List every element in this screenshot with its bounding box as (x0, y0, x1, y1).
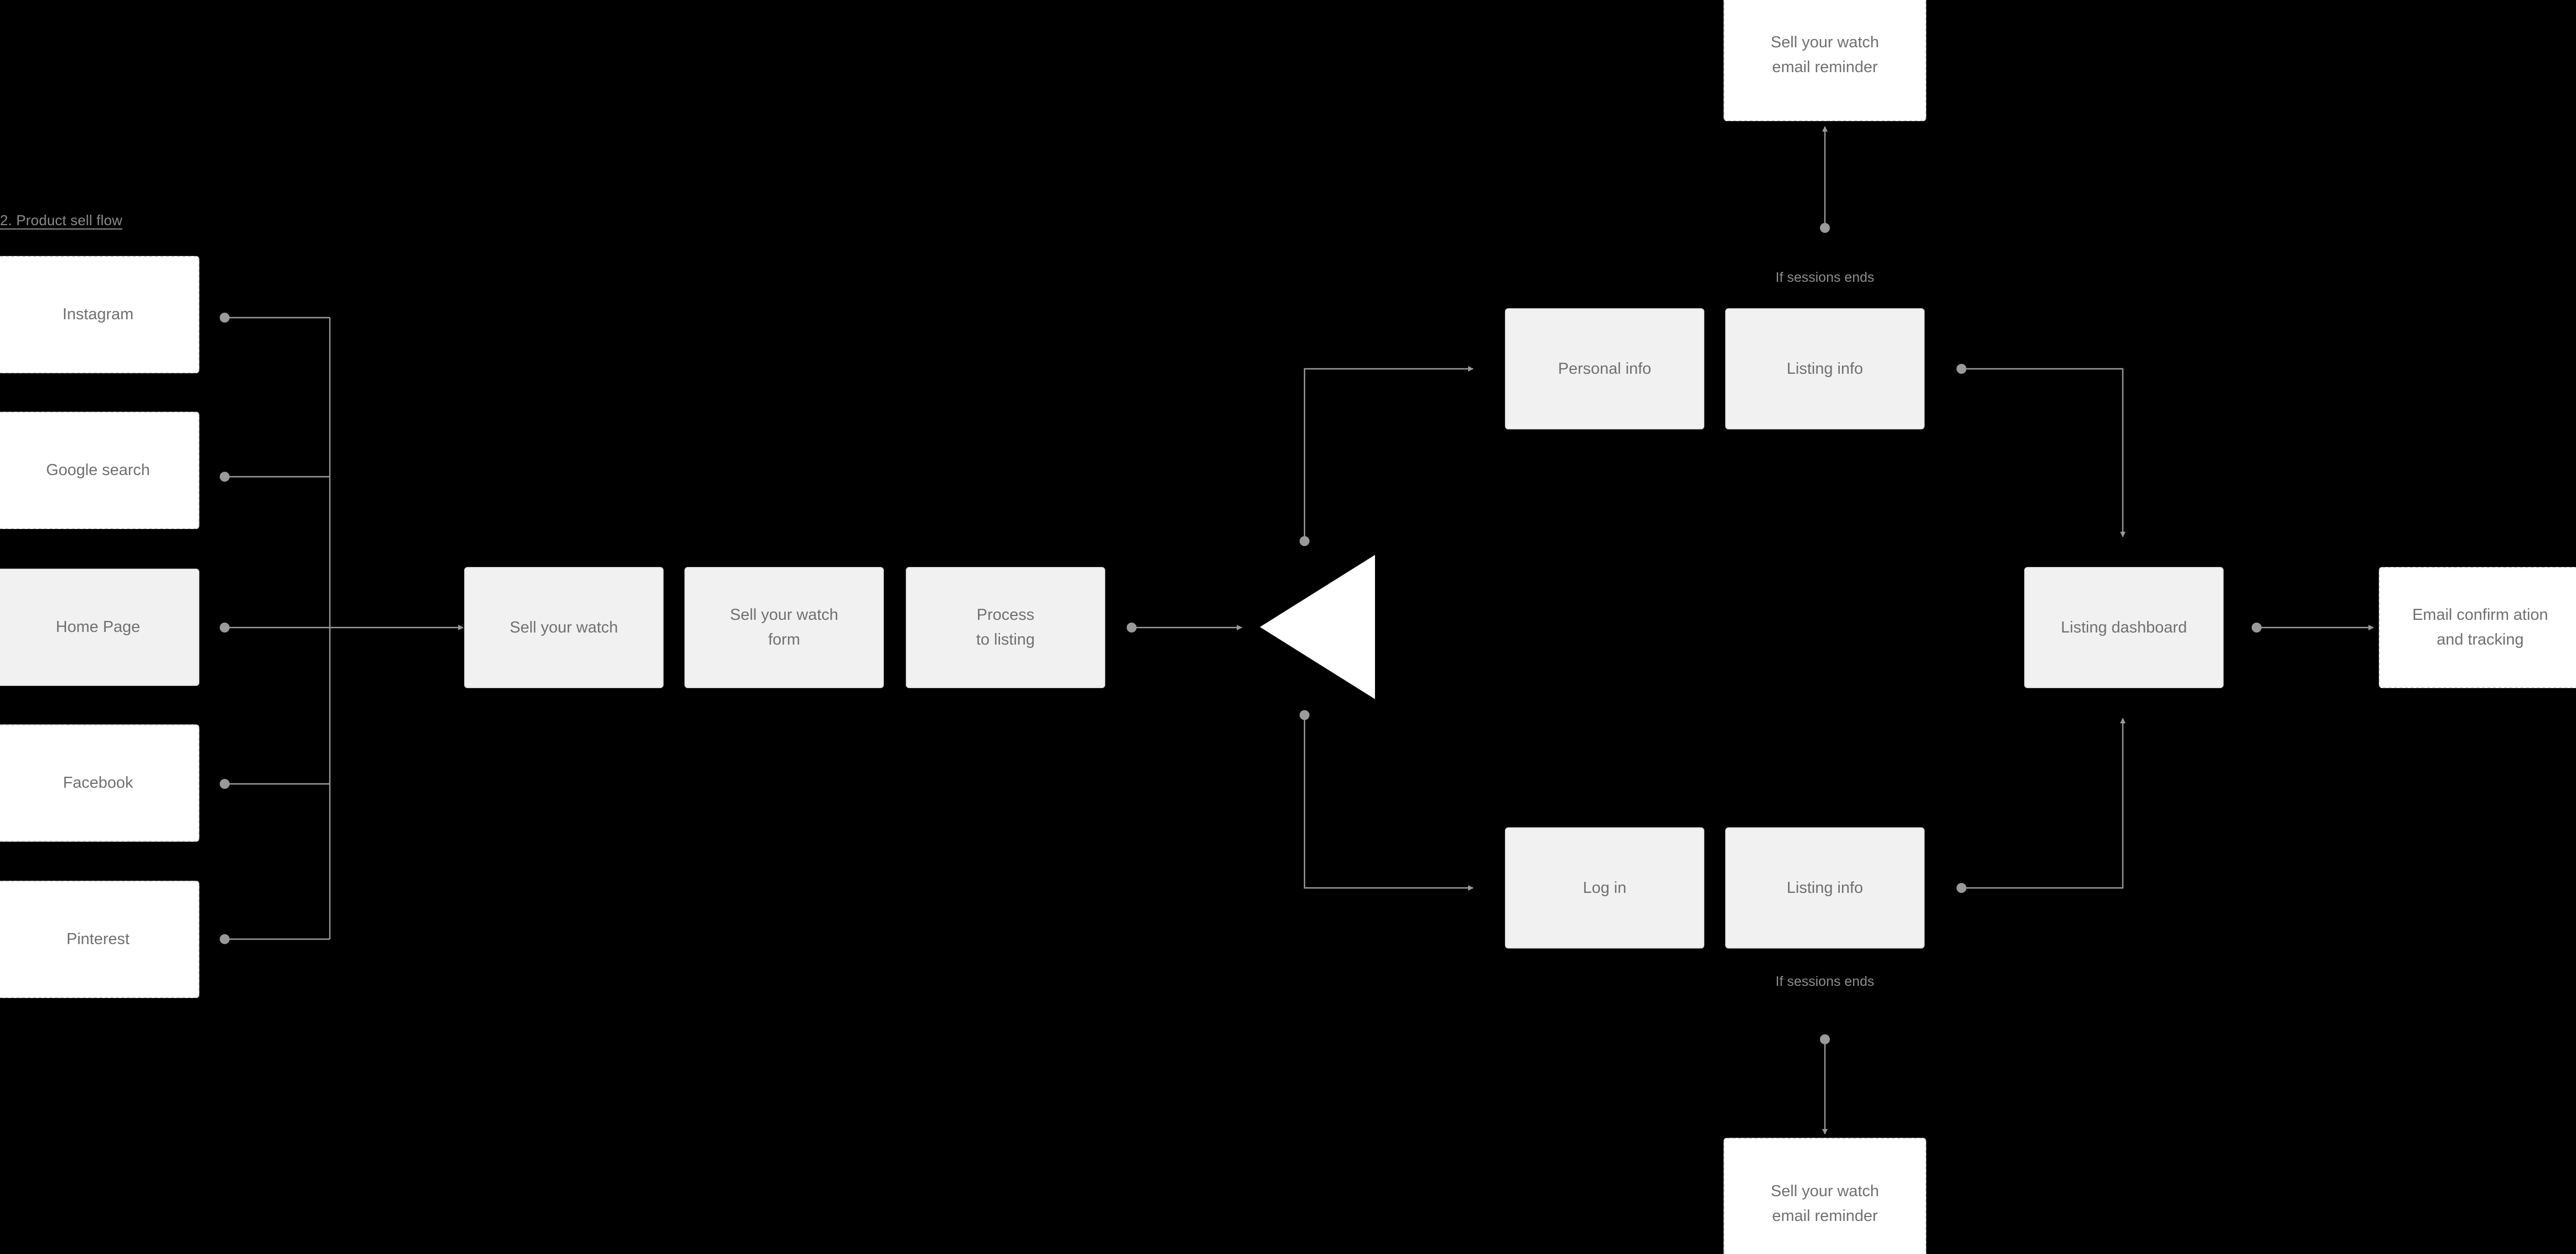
node-email-reminder-top[interactable]: Sell your watch email reminder (1724, 0, 1926, 121)
wire-decision-to-personal-info (1303, 366, 1474, 541)
node-log-in[interactable]: Log in (1505, 827, 1704, 948)
endpoint-dot-decision-lower (1300, 710, 1309, 720)
node-personal-info[interactable]: Personal info (1505, 308, 1704, 429)
node-label: Listing info (1786, 359, 1863, 378)
endpoint-dot-session-ends-bottom (1820, 1034, 1830, 1044)
wire-decision-to-login (1303, 715, 1474, 891)
node-label-line1: Sell your watch (1770, 1182, 1879, 1201)
endpoint-dot-facebook (220, 779, 230, 789)
node-process-to-listing[interactable]: Process to listing (906, 567, 1105, 688)
endpoint-dot-pinterest (220, 934, 230, 944)
node-listing-dashboard[interactable]: Listing dashboard (2024, 567, 2224, 688)
edge-label-if-sessions-ends-bottom: If sessions ends (1775, 974, 1874, 989)
node-label: Listing dashboard (2061, 618, 2187, 636)
node-label-line2: email reminder (1772, 1207, 1878, 1225)
node-listing-info-bottom[interactable]: Listing info (1725, 827, 1925, 948)
node-label-line2: and tracking (2437, 631, 2524, 648)
node-label: Personal info (1558, 359, 1651, 378)
node-label: Log in (1583, 879, 1627, 897)
endpoint-dot-listing-dashboard (2252, 623, 2262, 633)
node-label: Google search (46, 461, 150, 479)
endpoint-dot-session-ends-top (1820, 223, 1830, 233)
node-label-line2: form (768, 631, 800, 648)
node-google-search[interactable]: Google search (0, 412, 199, 529)
endpoint-dot-process-to-listing (1127, 623, 1137, 633)
node-label: Sell your watch (509, 618, 618, 636)
node-label: Pinterest (66, 930, 130, 948)
node-home-page[interactable]: Home Page (0, 569, 199, 686)
node-label: Listing info (1786, 879, 1863, 897)
node-label-line2: email reminder (1772, 58, 1878, 76)
section-title: 2. Product sell flow (0, 212, 123, 228)
node-sell-your-watch[interactable]: Sell your watch (464, 567, 664, 688)
node-label: Facebook (63, 774, 133, 792)
node-label-line2: to listing (976, 631, 1035, 648)
node-label-line1: Sell your watch (730, 606, 839, 624)
node-email-reminder-bottom[interactable]: Sell your watch email reminder (1724, 1138, 1926, 1254)
node-instagram[interactable]: Instagram (0, 256, 199, 373)
endpoint-dot-decision-upper (1300, 536, 1309, 546)
node-decision-triangle[interactable] (1260, 555, 1375, 699)
endpoint-dot-listing-info-top (1957, 364, 1966, 374)
node-email-confirmation[interactable]: Email confirm ation and tracking (2379, 567, 2576, 688)
node-label: Instagram (62, 306, 134, 324)
endpoint-dot-instagram (220, 313, 230, 323)
node-label: Home Page (56, 618, 140, 636)
endpoint-dot-google-search (220, 472, 230, 482)
node-facebook[interactable]: Facebook (0, 724, 199, 842)
node-label-line1: Process (976, 606, 1035, 624)
edge-label-if-sessions-ends-top: If sessions ends (1775, 270, 1874, 285)
endpoint-dot-home-page (220, 623, 230, 633)
node-pinterest[interactable]: Pinterest (0, 881, 199, 998)
node-listing-info-top[interactable]: Listing info (1725, 308, 1925, 429)
node-label-line1: Sell your watch (1770, 34, 1879, 52)
flowchart-canvas: 2. Product sell flow Instagram Google se… (0, 0, 2576, 1254)
wire-listing-info-top-to-dashboard (1961, 368, 2126, 537)
endpoint-dot-listing-info-bottom (1957, 883, 1966, 893)
node-sell-your-watch-form[interactable]: Sell your watch form (684, 567, 884, 688)
node-label-line1: Email confirm ation (2412, 606, 2548, 624)
wire-listing-info-bottom-to-dashboard (1961, 718, 2126, 889)
